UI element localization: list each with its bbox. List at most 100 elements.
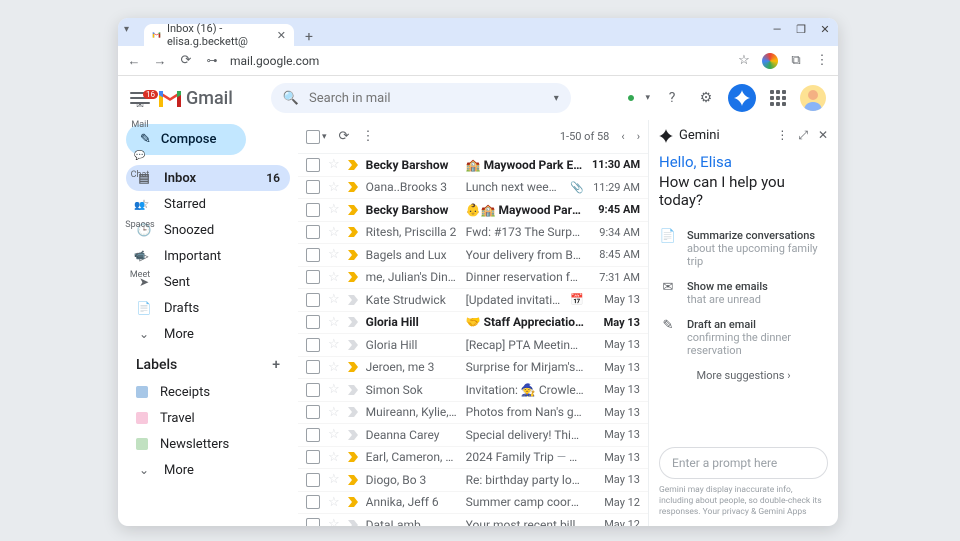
importance-icon[interactable] [348, 250, 358, 260]
star-icon[interactable]: ☆ [328, 225, 340, 240]
star-icon[interactable]: ☆ [328, 270, 340, 285]
more-actions-button[interactable]: ⋮ [361, 129, 374, 144]
star-icon[interactable]: ☆ [328, 157, 340, 172]
importance-icon[interactable] [348, 295, 358, 305]
reload-button[interactable]: ⟳ [178, 53, 194, 68]
importance-icon[interactable] [348, 272, 358, 282]
prev-page-button[interactable]: ‹ [621, 130, 624, 143]
star-icon[interactable]: ☆ [328, 337, 340, 352]
email-row[interactable]: ☆ Simon Sok Invitation: 🧙 Crowley x Gray… [298, 379, 648, 402]
importance-icon[interactable] [348, 497, 358, 507]
gemini-close-icon[interactable]: ✕ [818, 128, 828, 143]
google-apps-button[interactable] [766, 86, 790, 110]
row-checkbox[interactable] [306, 180, 320, 194]
rail-item-chat[interactable]: 💬Chat [128, 144, 152, 180]
label-item-newsletters[interactable]: Newsletters [126, 431, 290, 457]
row-checkbox[interactable] [306, 405, 320, 419]
email-row[interactable]: ☆ Gloria Hill [Recap] PTA Meeting: May 1… [298, 334, 648, 357]
gemini-suggestion[interactable]: ✉Show me emailsthat are unread [659, 274, 828, 312]
extensions-icon[interactable]: ⧉ [788, 53, 804, 69]
close-tab-icon[interactable]: ✕ [277, 29, 286, 42]
add-label-button[interactable]: + [272, 357, 280, 373]
tab-search-icon[interactable]: ▾ [124, 24, 129, 35]
row-checkbox[interactable] [306, 495, 320, 509]
browser-tab[interactable]: Inbox (16) - elisa.g.beckett@ ✕ [144, 24, 294, 46]
row-checkbox[interactable] [306, 203, 320, 217]
sidebar-item-more[interactable]: ⌄More [126, 321, 290, 347]
star-icon[interactable]: ☆ [328, 517, 340, 526]
url-text[interactable]: mail.google.com [230, 54, 726, 68]
importance-icon[interactable] [348, 227, 358, 237]
star-icon[interactable]: ☆ [328, 202, 340, 217]
account-avatar[interactable] [800, 85, 826, 111]
rail-item-spaces[interactable]: 👥Spaces [125, 194, 154, 230]
gemini-button[interactable] [728, 84, 756, 112]
star-icon[interactable]: ☆ [328, 427, 340, 442]
row-checkbox[interactable] [306, 360, 320, 374]
importance-icon[interactable] [348, 520, 358, 526]
star-icon[interactable]: ☆ [328, 405, 340, 420]
star-icon[interactable]: ☆ [328, 495, 340, 510]
gemini-menu-icon[interactable]: ⋮ [776, 128, 788, 143]
gemini-expand-icon[interactable]: ⤢ [798, 128, 808, 143]
importance-icon[interactable] [348, 362, 358, 372]
star-icon[interactable]: ☆ [328, 180, 340, 195]
next-page-button[interactable]: › [637, 130, 640, 143]
email-row[interactable]: ☆ Jeroen, me 3 Surprise for Mirjam's Bir… [298, 357, 648, 380]
importance-icon[interactable] [348, 385, 358, 395]
search-input[interactable] [309, 91, 544, 106]
importance-icon[interactable] [348, 182, 358, 192]
row-checkbox[interactable] [306, 315, 320, 329]
gemini-suggestion[interactable]: ✎Draft an emailconfirming the dinner res… [659, 312, 828, 363]
search-options-icon[interactable]: ▾ [554, 93, 559, 104]
site-info-icon[interactable]: ⊶ [204, 54, 220, 67]
star-icon[interactable]: ☆ [328, 292, 340, 307]
gmail-logo[interactable]: Gmail [158, 88, 233, 109]
row-checkbox[interactable] [306, 450, 320, 464]
settings-icon[interactable]: ⚙ [694, 86, 718, 110]
row-checkbox[interactable] [306, 428, 320, 442]
refresh-button[interactable]: ⟳ [339, 129, 350, 144]
email-row[interactable]: ☆ Bagels and Lux Your delivery from Bage… [298, 244, 648, 267]
select-all-checkbox[interactable] [306, 130, 320, 144]
star-icon[interactable]: ☆ [328, 382, 340, 397]
status-indicator-icon[interactable] [627, 94, 635, 102]
star-icon[interactable]: ☆ [328, 315, 340, 330]
minimize-icon[interactable]: — [770, 22, 784, 36]
row-checkbox[interactable] [306, 473, 320, 487]
importance-icon[interactable] [348, 475, 358, 485]
email-row[interactable]: ☆ Ritesh, Priscilla 2 Fwd: #173 The Surp… [298, 222, 648, 245]
email-row[interactable]: ☆ DataLamb Your most recent billing stat… [298, 514, 648, 526]
email-row[interactable]: ☆ Kate Strudwick [Updated invitation] Su… [298, 289, 648, 312]
new-tab-button[interactable]: + [300, 28, 318, 46]
support-icon[interactable]: ? [660, 86, 684, 110]
importance-icon[interactable] [348, 205, 358, 215]
importance-icon[interactable] [348, 430, 358, 440]
star-icon[interactable]: ☆ [328, 450, 340, 465]
rail-item-mail[interactable]: ✉16Mail [128, 94, 152, 130]
star-icon[interactable]: ☆ [328, 247, 340, 262]
row-checkbox[interactable] [306, 338, 320, 352]
importance-icon[interactable] [348, 407, 358, 417]
profile-chip-icon[interactable] [762, 53, 778, 69]
star-icon[interactable]: ☆ [328, 360, 340, 375]
row-checkbox[interactable] [306, 383, 320, 397]
select-dropdown-icon[interactable]: ▾ [322, 132, 327, 142]
bookmark-icon[interactable]: ☆ [736, 53, 752, 69]
row-checkbox[interactable] [306, 158, 320, 172]
status-chevron-icon[interactable]: ▾ [645, 93, 650, 103]
email-row[interactable]: ☆ Becky Barshow 👶🏫 Maywood Park Elementa… [298, 199, 648, 222]
rail-item-meet[interactable]: 📹Meet [128, 244, 152, 280]
back-button[interactable]: ← [126, 53, 142, 69]
importance-icon[interactable] [348, 160, 358, 170]
row-checkbox[interactable] [306, 248, 320, 262]
email-row[interactable]: ☆ Becky Barshow 🏫 Maywood Park Elementar… [298, 154, 648, 177]
importance-icon[interactable] [348, 340, 358, 350]
email-row[interactable]: ☆ Oana..Brooks 3 Lunch next week? — That… [298, 177, 648, 200]
email-row[interactable]: ☆ Deanna Carey Special delivery! This mo… [298, 424, 648, 447]
label-item-travel[interactable]: Travel [126, 405, 290, 431]
email-row[interactable]: ☆ Muireann, Kylie, David Photos from Nan… [298, 402, 648, 425]
importance-icon[interactable] [348, 452, 358, 462]
browser-menu-icon[interactable]: ⋮ [814, 53, 830, 69]
forward-button[interactable]: → [152, 53, 168, 69]
